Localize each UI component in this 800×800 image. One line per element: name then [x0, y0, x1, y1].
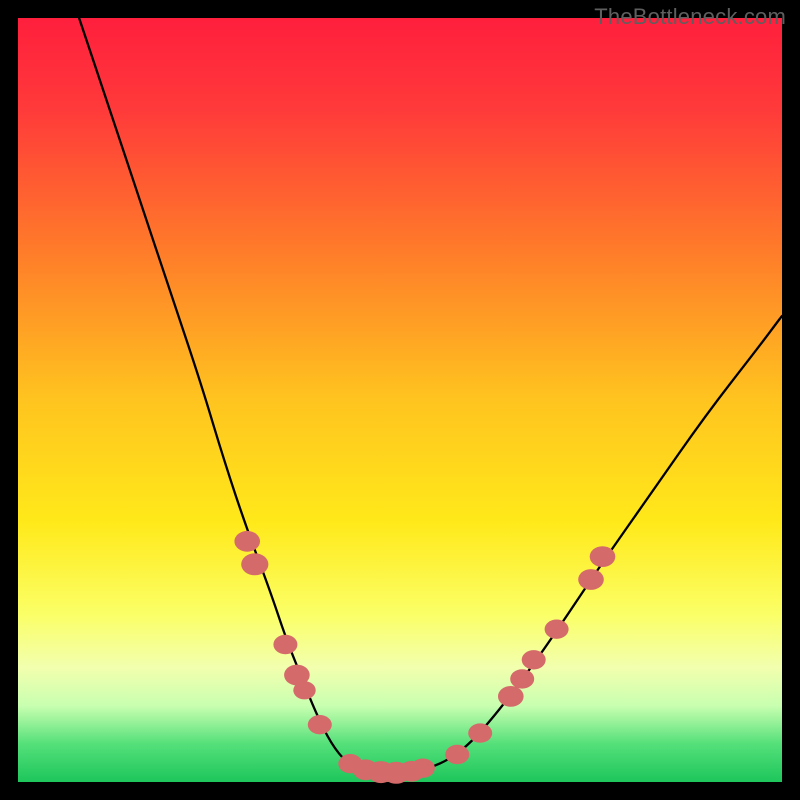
watermark-text: TheBottleneck.com: [594, 4, 786, 30]
chart-frame: TheBottleneck.com: [0, 0, 800, 800]
data-marker: [273, 635, 297, 654]
data-marker: [590, 546, 616, 567]
data-marker: [308, 715, 332, 734]
data-marker: [234, 531, 260, 552]
data-marker: [468, 723, 492, 742]
data-marker: [545, 620, 569, 639]
plot-area: [18, 18, 782, 782]
data-marker: [293, 681, 315, 699]
data-marker: [522, 650, 546, 669]
data-marker: [445, 745, 469, 764]
bottleneck-curve: [79, 18, 782, 772]
data-marker: [510, 669, 534, 688]
data-marker: [411, 759, 435, 778]
data-marker: [578, 569, 604, 590]
data-marker: [498, 686, 524, 707]
curve-layer: [18, 18, 782, 782]
data-marker: [241, 553, 268, 575]
